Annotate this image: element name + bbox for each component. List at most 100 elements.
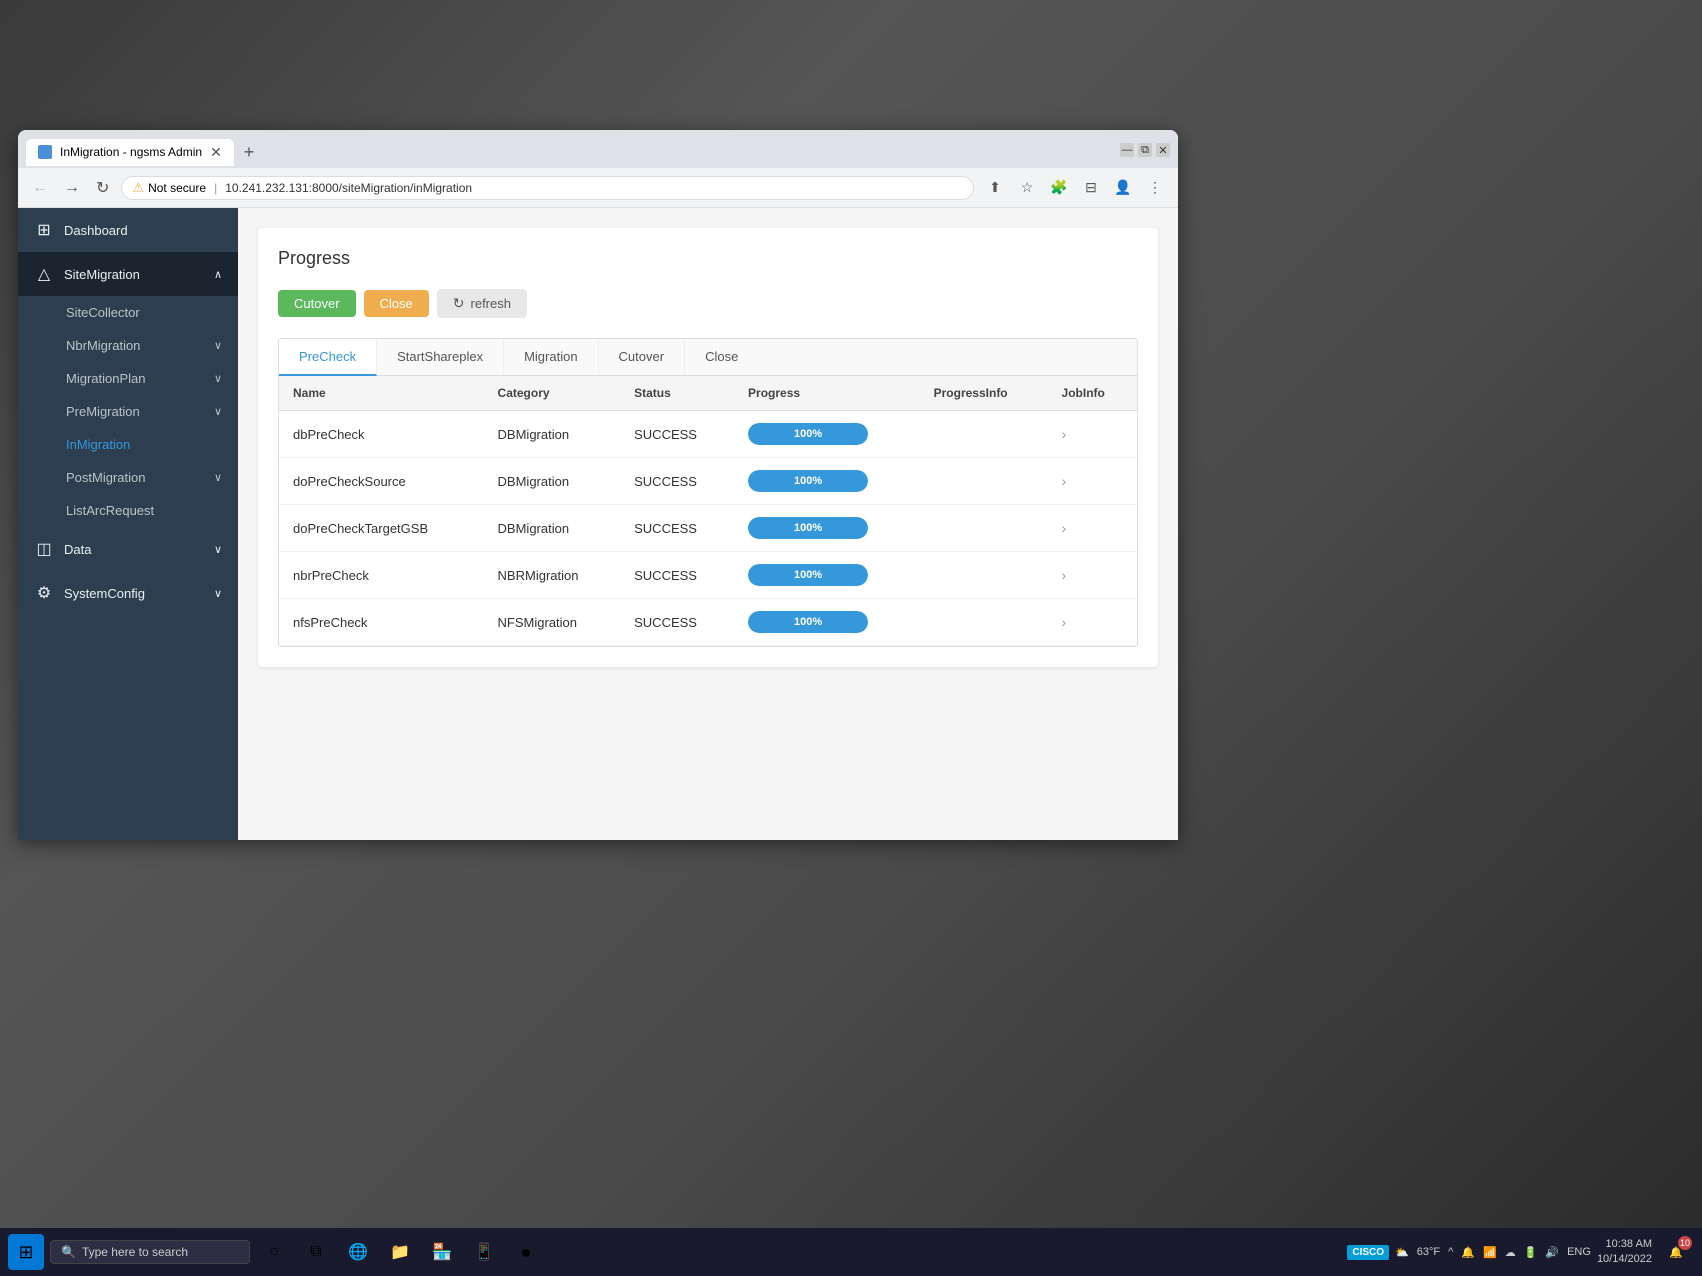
sidebar-label-postmigration: PostMigration (66, 470, 145, 485)
progress-bar-label: 100% (794, 569, 822, 581)
chevron-down-icon-plan: ∨ (214, 372, 222, 385)
browser-tab-active[interactable]: InMigration - ngsms Admin ✕ (26, 139, 234, 166)
notification-center[interactable]: 🔔 10 (1658, 1234, 1694, 1270)
back-button[interactable]: ← (28, 177, 52, 199)
security-label: Not secure (148, 181, 206, 195)
chevron-down-icon-nbr: ∨ (214, 339, 222, 352)
search-icon: 🔍 (61, 1245, 76, 1259)
taskbar-store[interactable]: 🏪 (424, 1234, 460, 1270)
forward-button[interactable]: → (60, 177, 84, 199)
extensions-icon[interactable]: 🧩 (1046, 175, 1072, 201)
progress-bar-fill: 100% (748, 470, 868, 492)
col-jobinfo: JobInfo (1048, 376, 1137, 411)
tab-title: InMigration - ngsms Admin (60, 145, 202, 159)
chevron-down-icon-pre: ∨ (214, 405, 222, 418)
cell-status: SUCCESS (620, 599, 734, 646)
cell-status: SUCCESS (620, 505, 734, 552)
sidebar-item-inmigration[interactable]: InMigration (18, 428, 238, 461)
bookmark-icon[interactable]: ☆ (1014, 175, 1040, 201)
sidebar-label-nbrmigration: NbrMigration (66, 338, 140, 353)
sidebar-item-postmigration[interactable]: PostMigration ∨ (18, 461, 238, 494)
tab-startshareplex-label: StartShareplex (397, 349, 483, 364)
systemconfig-icon: ⚙ (34, 583, 54, 603)
sidebar-item-systemconfig[interactable]: ⚙ SystemConfig ∨ (18, 571, 238, 615)
cell-jobinfo[interactable]: › (1048, 458, 1137, 505)
tab-close[interactable]: Close (685, 339, 758, 375)
tab-close-button[interactable]: ✕ (210, 144, 222, 161)
refresh-button[interactable]: ↻ refresh (437, 289, 527, 318)
sidebar-item-sitemigration[interactable]: △ SiteMigration ∧ (18, 252, 238, 296)
dashboard-icon: ⊞ (34, 220, 54, 240)
battery-icon: 🔋 (1524, 1246, 1538, 1259)
taskbar-chrome[interactable]: ● (508, 1234, 544, 1270)
chevron-down-icon-post: ∨ (214, 471, 222, 484)
tab-migration[interactable]: Migration (504, 339, 598, 375)
cutover-button[interactable]: Cutover (278, 290, 356, 317)
taskbar-task-view[interactable]: ⧉ (298, 1234, 334, 1270)
sidebar-item-listarcrequests[interactable]: ListArcRequest (18, 494, 238, 527)
sidebar-item-data[interactable]: ◫ Data ∨ (18, 527, 238, 571)
sidebar-item-sitecollector[interactable]: SiteCollector (18, 296, 238, 329)
browser-layout-icon[interactable]: ⊟ (1078, 175, 1104, 201)
taskbar-app1[interactable]: 📱 (466, 1234, 502, 1270)
security-warning-icon: ⚠ (132, 180, 144, 196)
maximize-button[interactable]: ⧉ (1138, 143, 1152, 157)
taskbar-edge[interactable]: 🌐 (340, 1234, 376, 1270)
sidebar-label-sitecollector: SiteCollector (66, 305, 140, 320)
tab-cutover[interactable]: Cutover (599, 339, 686, 375)
cell-category: NFSMigration (484, 599, 621, 646)
tab-precheck[interactable]: PreCheck (279, 339, 377, 376)
progress-bar-label: 100% (794, 616, 822, 628)
row-expand-chevron[interactable]: › (1062, 567, 1067, 583)
data-icon: ◫ (34, 539, 54, 559)
menu-icon[interactable]: ⋮ (1142, 175, 1168, 201)
taskbar-explorer[interactable]: 📁 (382, 1234, 418, 1270)
col-progress: Progress (734, 376, 920, 411)
cell-progress: 100% (734, 552, 920, 599)
new-tab-button[interactable]: + (238, 140, 261, 165)
row-expand-chevron[interactable]: › (1062, 520, 1067, 536)
row-expand-chevron[interactable]: › (1062, 426, 1067, 442)
sidebar-item-label-data: Data (64, 542, 91, 557)
reload-button[interactable]: ↻ (92, 176, 113, 200)
sidebar-item-label-dashboard: Dashboard (64, 223, 128, 238)
sidebar-item-nbrmigration[interactable]: NbrMigration ∨ (18, 329, 238, 362)
minimize-button[interactable]: — (1120, 143, 1134, 157)
progress-bar-container: 100% (748, 423, 868, 445)
cell-jobinfo[interactable]: › (1048, 599, 1137, 646)
window-controls: — ⧉ ✕ (1120, 143, 1170, 161)
row-expand-chevron[interactable]: › (1062, 614, 1067, 630)
row-expand-chevron[interactable]: › (1062, 473, 1067, 489)
cell-progressinfo (920, 505, 1048, 552)
table-row: doPreCheckSource DBMigration SUCCESS 100… (279, 458, 1137, 505)
sidebar-item-dashboard[interactable]: ⊞ Dashboard (18, 208, 238, 252)
taskbar-search[interactable]: 🔍 Type here to search (50, 1240, 250, 1264)
temperature: 63°F (1417, 1246, 1440, 1258)
window-close-button[interactable]: ✕ (1156, 143, 1170, 157)
col-status: Status (620, 376, 734, 411)
url-text: 10.241.232.131:8000/siteMigration/inMigr… (225, 181, 472, 195)
share-icon[interactable]: ⬆ (982, 175, 1008, 201)
tab-startshareplex[interactable]: StartShareplex (377, 339, 504, 375)
precheck-table: Name Category Status Progress ProgressIn… (279, 376, 1137, 646)
sidebar-item-premigration[interactable]: PreMigration ∨ (18, 395, 238, 428)
cell-status: SUCCESS (620, 411, 734, 458)
taskbar-clock[interactable]: 10:38 AM 10/14/2022 (1597, 1237, 1652, 1268)
url-bar[interactable]: ⚠ Not secure | 10.241.232.131:8000/siteM… (121, 176, 974, 200)
notification-badge: 10 (1678, 1236, 1692, 1250)
progress-bar-label: 100% (794, 428, 822, 440)
systray: ⛅ 63°F ^ 🔔 📶 ☁ 🔋 🔊 ENG (1395, 1246, 1591, 1259)
cell-jobinfo[interactable]: › (1048, 505, 1137, 552)
start-button[interactable]: ⊞ (8, 1234, 44, 1270)
cell-jobinfo[interactable]: › (1048, 411, 1137, 458)
toolbar-actions: ⬆ ☆ 🧩 ⊟ 👤 ⋮ (982, 175, 1168, 201)
sidebar: ⊞ Dashboard △ SiteMigration ∧ SiteCollec… (18, 208, 238, 840)
close-button[interactable]: Close (364, 290, 429, 317)
taskbar-cortana[interactable]: ○ (256, 1234, 292, 1270)
profile-icon[interactable]: 👤 (1110, 175, 1136, 201)
cell-jobinfo[interactable]: › (1048, 552, 1137, 599)
table-row: nfsPreCheck NFSMigration SUCCESS 100% › (279, 599, 1137, 646)
cell-progress: 100% (734, 458, 920, 505)
cell-category: DBMigration (484, 411, 621, 458)
sidebar-item-migrationplan[interactable]: MigrationPlan ∨ (18, 362, 238, 395)
